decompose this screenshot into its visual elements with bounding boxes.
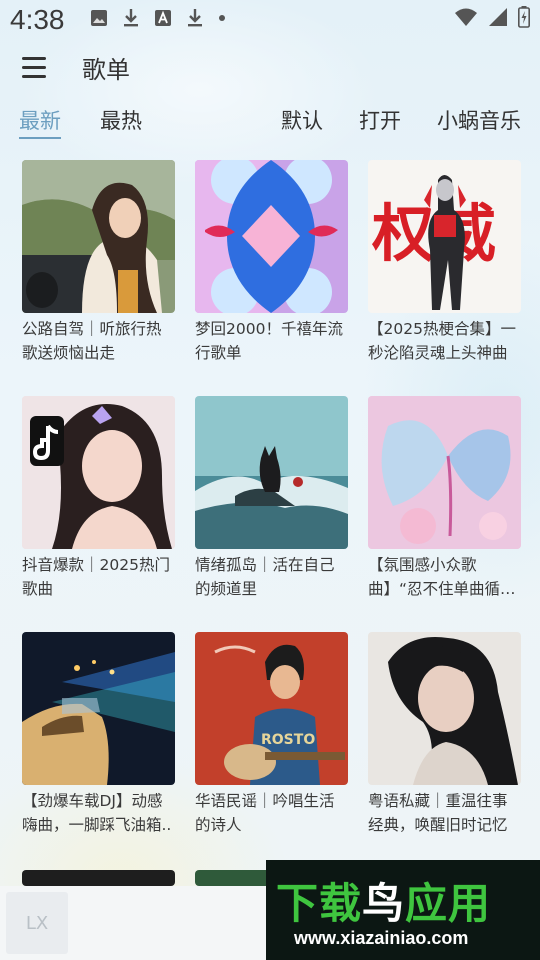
source-selector[interactable]: 小蜗音乐 [437,104,521,138]
playlist-title: 【劲爆车载DJ】动感嗨曲，一脚踩飞油箱.. [22,792,172,834]
hamburger-menu-icon[interactable] [18,50,52,84]
app-bar: 歌单 [0,44,540,90]
playlist-card[interactable] [22,870,175,886]
dot-icon [219,15,225,21]
download-icon [188,9,202,27]
default-button[interactable]: 默认 [281,104,323,138]
cover-text: ROSTO [261,732,315,748]
playlist-title: 粤语私藏｜重温往事经典，唤醒旧时记忆 [368,792,508,834]
playlist-card[interactable]: 权威 【2025热梗合集】一秒沦陷灵魂上头神曲 [368,160,521,365]
text-a-icon [155,10,171,26]
playlist-card[interactable]: 梦回2000！千禧年流行歌单 [195,160,348,365]
playlist-card[interactable]: ROSTO 华语民谣｜吟唱生活的诗人 [195,632,348,837]
tab-latest[interactable]: 最新 [19,104,61,138]
watermark-url: www.xiazainiao.com [294,928,469,948]
open-button[interactable]: 打开 [359,104,401,138]
playlist-title: 抖音爆款｜2025热门歌曲 [22,556,170,598]
playlist-cover [195,396,348,549]
playlist-title: 梦回2000！千禧年流行歌单 [195,320,343,362]
download-icon [124,9,138,27]
playlist-cover [368,632,521,785]
system-icons [454,6,530,28]
image-icon [91,10,107,26]
playlist-title: 【2025热梗合集】一秒沦陷灵魂上头神曲 [368,320,516,362]
playlist-cover [22,160,175,313]
playlist-card[interactable]: 抖音爆款｜2025热门歌曲 [22,396,175,601]
playlist-cover [22,870,175,886]
playlist-title: 华语民谣｜吟唱生活的诗人 [195,792,335,834]
active-tab-indicator [19,137,61,139]
watermark-title: 下载鸟应用 [276,879,492,928]
watermark-logo: 下载鸟应用 www.xiazainiao.com [266,860,540,960]
battery-charging-icon [518,6,530,28]
playlist-title: 【氛围感小众歌曲】“忍不住单曲循… [368,556,516,598]
playlist-cover [368,396,521,549]
playlist-cover: 权威 [368,160,521,313]
status-time: 4:38 [10,4,65,35]
playlist-title: 公路自驾｜听旅行热歌送烦恼出走 [22,320,162,362]
notification-icons [90,8,226,28]
wifi-icon [455,8,477,26]
player-album-art[interactable]: LX [6,892,68,954]
playlist-card[interactable]: 【劲爆车载DJ】动感嗨曲，一脚踩飞油箱.. [22,632,175,837]
playlist-card[interactable]: 粤语私藏｜重温往事经典，唤醒旧时记忆 [368,632,521,837]
playlist-title: 情绪孤岛｜活在自己的频道里 [195,556,335,598]
status-bar: 4:38 [0,0,540,40]
page-title: 歌单 [82,56,130,84]
signal-icon [489,8,507,26]
playlist-card[interactable]: 公路自驾｜听旅行热歌送烦恼出走 [22,160,175,365]
playlist-cover [22,632,175,785]
playlist-card[interactable]: 情绪孤岛｜活在自己的频道里 [195,396,348,601]
sort-tabs: 最新 最热 默认 打开 小蜗音乐 [0,104,540,144]
playlist-cover: ROSTO [195,632,348,785]
playlist-card[interactable]: 【氛围感小众歌曲】“忍不住单曲循… [368,396,521,601]
playlist-cover [22,396,175,549]
tab-hottest[interactable]: 最热 [100,104,142,138]
playlist-cover [195,160,348,313]
